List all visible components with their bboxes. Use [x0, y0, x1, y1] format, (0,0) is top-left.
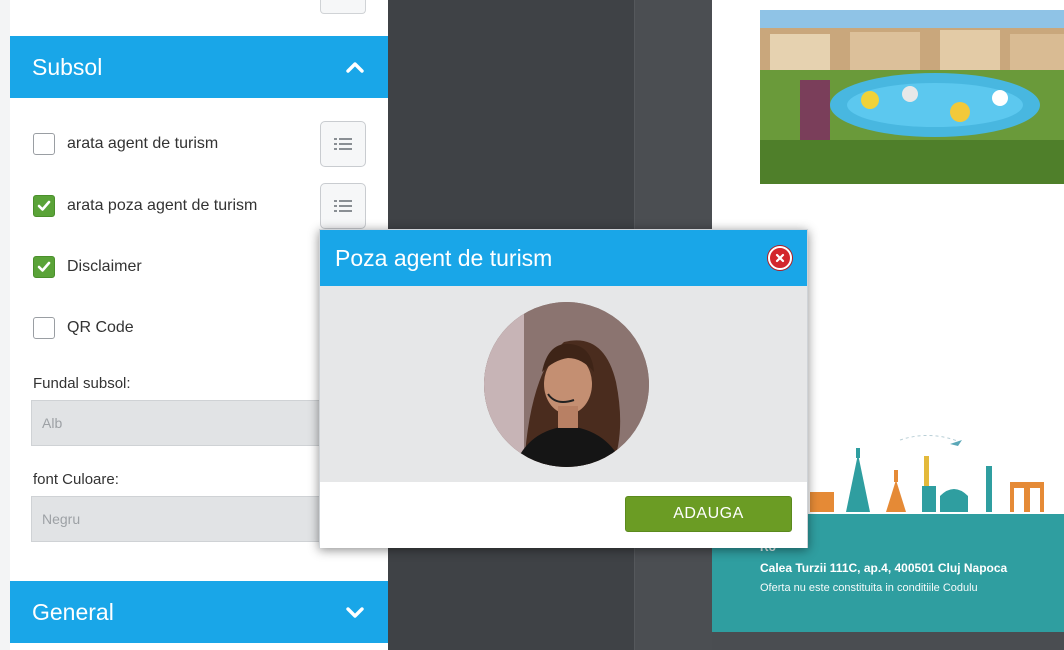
- option-label: Disclaimer: [67, 258, 142, 275]
- font-culoare-label: font Culoare:: [33, 471, 119, 488]
- list-button-agent[interactable]: [320, 121, 366, 167]
- subsol-header-label: Subsol: [32, 53, 103, 80]
- subsol-section-header[interactable]: Subsol: [10, 36, 388, 98]
- agent-photo-avatar[interactable]: [484, 302, 649, 467]
- check-icon: [37, 200, 51, 211]
- font-culoare-select[interactable]: Negru: [31, 496, 331, 542]
- checkbox-arata-poza[interactable]: [33, 195, 55, 217]
- option-arata-poza[interactable]: arata poza agent de turism: [33, 195, 257, 217]
- general-header-label: General: [32, 598, 114, 625]
- disclaimer-text: Oferta nu este constituita in conditiile…: [760, 582, 978, 594]
- close-icon[interactable]: [768, 246, 792, 270]
- list-icon: [334, 138, 352, 150]
- option-disclaimer[interactable]: Disclaimer: [33, 256, 142, 278]
- list-button-poza[interactable]: [320, 183, 366, 229]
- option-qr-code[interactable]: QR Code: [33, 317, 134, 339]
- check-icon: [37, 261, 51, 272]
- checkbox-qr-code[interactable]: [33, 317, 55, 339]
- hotel-pool-image: [760, 10, 1064, 184]
- fundal-subsol-select[interactable]: Alb: [31, 400, 331, 446]
- chevron-up-icon[interactable]: [344, 56, 366, 78]
- list-icon: [334, 200, 352, 212]
- dialog-body: [320, 286, 807, 482]
- dialog-title: Poza agent de turism: [335, 244, 553, 271]
- option-label: arata agent de turism: [67, 135, 219, 152]
- option-label: arata poza agent de turism: [67, 197, 258, 214]
- add-button[interactable]: ADAUGA: [625, 496, 792, 532]
- dialog-header: Poza agent de turism: [320, 230, 807, 286]
- checkbox-arata-agent[interactable]: [33, 133, 55, 155]
- option-arata-agent[interactable]: arata agent de turism: [33, 133, 218, 155]
- general-section-header[interactable]: General: [10, 581, 388, 643]
- agency-address: Calea Turzii 111C, ap.4, 400501 Cluj Nap…: [760, 561, 1008, 575]
- dialog-footer: ADAUGA: [320, 482, 807, 548]
- previous-section-control[interactable]: [320, 0, 366, 14]
- option-label: QR Code: [67, 319, 134, 336]
- chevron-down-icon[interactable]: [344, 601, 366, 623]
- checkbox-disclaimer[interactable]: [33, 256, 55, 278]
- fundal-subsol-label: Fundal subsol:: [33, 375, 131, 392]
- agent-photo-dialog: Poza agent de turism ADAUGA: [319, 229, 808, 548]
- landmarks-illustration: [800, 430, 1064, 516]
